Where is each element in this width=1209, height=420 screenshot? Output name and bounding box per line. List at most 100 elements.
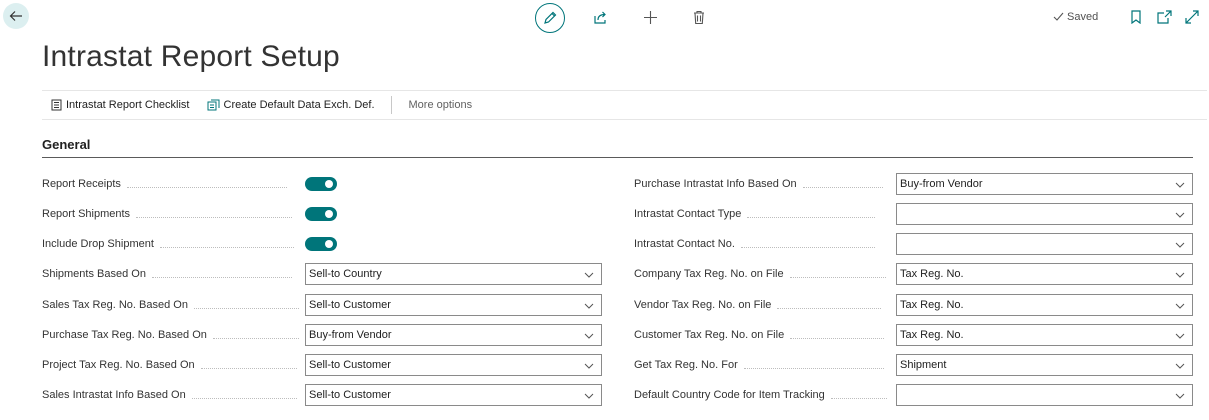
default-country-select[interactable]: [896, 384, 1193, 406]
field-leader-dots: [802, 186, 883, 188]
chevron-down-icon: [1175, 363, 1185, 369]
purchase-tax-reg-label: Purchase Tax Reg. No. Based On: [42, 329, 207, 341]
delete-button[interactable]: [691, 9, 707, 25]
trash-icon: [694, 10, 704, 24]
field-leader-dots: [790, 337, 885, 339]
company-tax-value: Tax Reg. No.: [900, 268, 964, 280]
intrastat-report-checklist-label: Intrastat Report Checklist: [66, 99, 190, 111]
sales-intrastat-row: Sales Intrastat Info Based On: [42, 384, 303, 406]
report-shipments-toggle[interactable]: [305, 207, 337, 221]
customer-tax-select[interactable]: Tax Reg. No.: [896, 324, 1193, 346]
purchase-tax-reg-select[interactable]: Buy-from Vendor: [305, 324, 602, 346]
purchase-intrastat-select[interactable]: Buy-from Vendor: [896, 173, 1193, 195]
bookmark-button[interactable]: [1128, 9, 1144, 25]
sales-intrastat-value: Sell-to Customer: [309, 389, 391, 401]
shipments-based-on-value: Sell-to Country: [309, 268, 382, 280]
chevron-down-icon: [1175, 303, 1185, 309]
company-tax-select[interactable]: Tax Reg. No.: [896, 263, 1193, 285]
chevron-down-icon: [1175, 242, 1185, 248]
toggle-knob: [325, 210, 333, 218]
create-data-exchange-icon: [207, 99, 219, 111]
chevron-down-icon: [584, 363, 594, 369]
field-leader-dots: [747, 216, 876, 218]
contact-type-row: Intrastat Contact Type: [634, 203, 881, 225]
project-tax-reg-label: Project Tax Reg. No. Based On: [42, 359, 195, 371]
section-general-title[interactable]: General: [42, 137, 90, 152]
more-options-action[interactable]: More options: [409, 99, 473, 111]
shipments-based-on-row: Shipments Based On: [42, 263, 298, 285]
intrastat-report-checklist-action[interactable]: Intrastat Report Checklist: [51, 99, 190, 111]
toggle-knob: [325, 240, 333, 248]
toggle-knob: [325, 180, 333, 188]
shipments-based-on-select[interactable]: Sell-to Country: [305, 263, 602, 285]
chevron-down-icon: [1175, 393, 1185, 399]
back-button[interactable]: [3, 3, 29, 29]
shipments-based-on-label: Shipments Based On: [42, 268, 146, 280]
company-tax-row: Company Tax Reg. No. on File: [634, 263, 892, 285]
expand-button[interactable]: [1184, 9, 1200, 25]
section-divider: [42, 157, 1193, 158]
customer-tax-label: Customer Tax Reg. No. on File: [634, 329, 785, 341]
field-leader-dots: [126, 186, 287, 188]
default-country-row: Default Country Code for Item Tracking: [634, 384, 893, 406]
company-tax-label: Company Tax Reg. No. on File: [634, 268, 784, 280]
field-leader-dots: [159, 246, 294, 248]
vendor-tax-row: Vendor Tax Reg. No. on File: [634, 294, 887, 316]
field-leader-dots: [740, 246, 875, 248]
create-default-data-exch-def-label: Create Default Data Exch. Def.: [223, 99, 375, 111]
saved-status: Saved: [1053, 11, 1098, 23]
include-drop-shipment-label: Include Drop Shipment: [42, 238, 154, 250]
get-tax-for-select[interactable]: Shipment: [896, 354, 1193, 376]
contact-type-select[interactable]: [896, 203, 1193, 225]
sales-tax-reg-row: Sales Tax Reg. No. Based On: [42, 294, 305, 316]
field-leader-dots: [777, 307, 882, 309]
chevron-down-icon: [1175, 182, 1185, 188]
top-bar: Saved: [0, 0, 1209, 36]
field-leader-dots: [830, 397, 887, 399]
new-button[interactable]: [642, 9, 658, 25]
sales-tax-reg-select[interactable]: Sell-to Customer: [305, 294, 602, 316]
saved-text: Saved: [1067, 11, 1099, 23]
contact-no-row: Intrastat Contact No.: [634, 233, 881, 255]
project-tax-reg-select[interactable]: Sell-to Customer: [305, 354, 602, 376]
vendor-tax-label: Vendor Tax Reg. No. on File: [634, 299, 772, 311]
share-icon: [593, 11, 606, 24]
open-new-window-button[interactable]: [1156, 9, 1172, 25]
checkmark-icon: [1053, 12, 1064, 21]
expand-icon: [1185, 10, 1199, 24]
share-button[interactable]: [592, 9, 608, 25]
report-receipts-toggle[interactable]: [305, 177, 337, 191]
sales-intrastat-select[interactable]: Sell-to Customer: [305, 384, 602, 406]
chevron-down-icon: [1175, 333, 1185, 339]
report-shipments-label: Report Shipments: [42, 208, 131, 220]
field-leader-dots: [200, 367, 297, 369]
field-leader-dots: [136, 216, 293, 218]
vendor-tax-select[interactable]: Tax Reg. No.: [896, 294, 1193, 316]
checklist-icon: [51, 99, 62, 111]
contact-no-select[interactable]: [896, 233, 1193, 255]
field-leader-dots: [151, 276, 292, 278]
default-country-label: Default Country Code for Item Tracking: [634, 389, 825, 401]
contact-type-label: Intrastat Contact Type: [634, 208, 742, 220]
sales-tax-reg-label: Sales Tax Reg. No. Based On: [42, 299, 188, 311]
chevron-down-icon: [584, 333, 594, 339]
get-tax-for-value: Shipment: [900, 359, 947, 371]
project-tax-reg-value: Sell-to Customer: [309, 359, 391, 371]
edit-button[interactable]: [535, 3, 565, 33]
project-tax-reg-row: Project Tax Reg. No. Based On: [42, 354, 303, 376]
chevron-down-icon: [584, 393, 594, 399]
page-title: Intrastat Report Setup: [42, 40, 340, 73]
chevron-down-icon: [584, 303, 594, 309]
field-leader-dots: [193, 307, 299, 309]
report-receipts-row: Report Receipts: [42, 173, 293, 195]
include-drop-shipment-toggle[interactable]: [305, 237, 337, 251]
purchase-tax-reg-value: Buy-from Vendor: [309, 329, 392, 341]
purchase-intrastat-value: Buy-from Vendor: [900, 178, 983, 190]
open-in-new-window-icon: [1156, 10, 1172, 24]
get-tax-for-row: Get Tax Reg. No. For: [634, 354, 890, 376]
chevron-down-icon: [584, 272, 594, 278]
create-default-data-exch-def-action[interactable]: Create Default Data Exch. Def.: [207, 99, 375, 111]
sales-tax-reg-value: Sell-to Customer: [309, 299, 391, 311]
action-bar: Intrastat Report Checklist Create Defaul…: [42, 90, 1207, 120]
get-tax-for-label: Get Tax Reg. No. For: [634, 359, 738, 371]
